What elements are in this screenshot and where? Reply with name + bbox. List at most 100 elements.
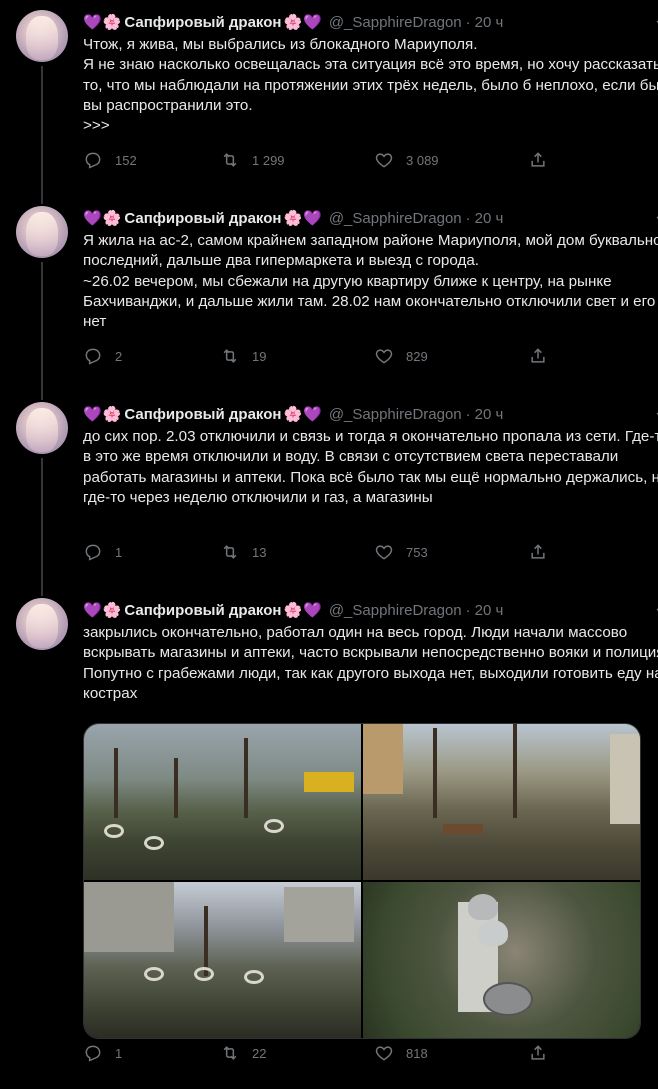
purple-heart-emoji: 💜 xyxy=(303,406,322,423)
tweet[interactable]: 💜 🌸 Сапфировый дракон 🌸 💜 @_SapphireDrag… xyxy=(0,196,658,396)
avatar[interactable] xyxy=(16,402,68,454)
retweet-button[interactable]: 1 299 xyxy=(220,150,285,170)
like-button[interactable]: 818 xyxy=(374,1043,428,1063)
tweet-header: 💜 🌸 Сапфировый дракон 🌸 💜 @_SapphireDrag… xyxy=(83,600,658,620)
handle[interactable]: @_SapphireDragon xyxy=(329,602,462,619)
display-name[interactable]: Сапфировый дракон xyxy=(124,602,281,619)
like-button[interactable]: 753 xyxy=(374,542,428,562)
cherry-blossom-emoji: 🌸 xyxy=(102,210,122,227)
share-button[interactable] xyxy=(528,150,548,170)
share-button[interactable] xyxy=(528,346,548,366)
photo-courtyard-bench[interactable] xyxy=(363,724,640,880)
like-button[interactable]: 3 089 xyxy=(374,150,439,170)
timestamp[interactable]: 20 ч xyxy=(475,210,504,227)
tweet-header: 💜 🌸 Сапфировый дракон 🌸 💜 @_SapphireDrag… xyxy=(83,12,658,32)
heart-icon xyxy=(375,349,393,364)
purple-heart-emoji: 💜 xyxy=(83,602,102,619)
reply-icon xyxy=(85,1045,101,1062)
photo-campfire-cooking[interactable] xyxy=(363,882,640,1038)
like-count: 829 xyxy=(406,348,428,364)
photo-street-tires[interactable] xyxy=(84,882,361,1038)
display-name[interactable]: Сапфировый дракон xyxy=(124,14,281,31)
share-button[interactable] xyxy=(528,1043,548,1063)
display-name[interactable]: Сапфировый дракон xyxy=(124,406,281,423)
retweet-count: 22 xyxy=(252,1045,267,1061)
thread-line xyxy=(41,588,43,596)
tree xyxy=(114,747,118,818)
reply-count: 1 xyxy=(115,1045,123,1061)
share-icon xyxy=(531,1045,545,1060)
yellow-van xyxy=(304,772,354,792)
thread-line xyxy=(41,66,43,200)
tweet-text: до сих пор. 2.03 отключили и связь и тог… xyxy=(83,428,658,506)
building xyxy=(363,724,403,794)
handle[interactable]: @_SapphireDragon xyxy=(329,14,462,31)
timestamp[interactable]: 20 ч xyxy=(475,406,504,423)
tree xyxy=(433,727,437,818)
tweet-header: 💜 🌸 Сапфировый дракон 🌸 💜 @_SapphireDrag… xyxy=(83,208,658,228)
tweet[interactable]: 💜 🌸 Сапфировый дракон 🌸 💜 @_SapphireDrag… xyxy=(0,0,658,200)
cherry-blossom-emoji: 🌸 xyxy=(102,14,122,31)
reply-icon xyxy=(85,348,101,365)
retweet-button[interactable]: 19 xyxy=(220,346,266,366)
avatar[interactable] xyxy=(16,10,68,62)
retweet-button[interactable]: 22 xyxy=(220,1043,266,1063)
avatar[interactable] xyxy=(16,206,68,258)
reply-count: 2 xyxy=(115,348,123,364)
tire xyxy=(144,967,164,981)
cherry-blossom-emoji: 🌸 xyxy=(102,406,122,423)
retweet-button[interactable]: 13 xyxy=(220,542,266,562)
retweet-icon xyxy=(223,545,237,559)
reply-button[interactable]: 1 xyxy=(83,1043,122,1063)
share-button[interactable] xyxy=(528,542,548,562)
thread-line xyxy=(41,262,43,396)
heart-icon xyxy=(375,153,393,168)
tire xyxy=(244,970,264,984)
cherry-blossom-emoji: 🌸 xyxy=(283,602,303,619)
handle[interactable]: @_SapphireDragon xyxy=(329,406,462,423)
tweet-text: закрылись окончательно, работал один на … xyxy=(83,624,658,702)
tweet-header: 💜 🌸 Сапфировый дракон 🌸 💜 @_SapphireDrag… xyxy=(83,404,658,424)
separator-dot: · xyxy=(465,601,471,619)
building xyxy=(284,887,354,942)
cherry-blossom-emoji: 🌸 xyxy=(283,210,303,227)
display-name[interactable]: Сапфировый дракон xyxy=(124,210,281,227)
avatar[interactable] xyxy=(16,598,68,650)
handle[interactable]: @_SapphireDragon xyxy=(329,210,462,227)
tweet[interactable]: 💜 🌸 Сапфировый дракон 🌸 💜 @_SapphireDrag… xyxy=(0,588,658,1089)
tire xyxy=(264,819,284,833)
retweet-count: 13 xyxy=(252,544,267,560)
tree xyxy=(244,737,248,818)
retweet-count: 19 xyxy=(252,348,267,364)
tree xyxy=(204,905,208,976)
purple-heart-emoji: 💜 xyxy=(303,602,322,619)
building xyxy=(84,882,174,952)
tire xyxy=(144,836,164,850)
like-count: 753 xyxy=(406,544,428,560)
retweet-count: 1 299 xyxy=(252,152,285,168)
purple-heart-emoji: 💜 xyxy=(83,210,102,227)
tire xyxy=(194,967,214,981)
retweet-icon xyxy=(223,1046,237,1060)
like-button[interactable]: 829 xyxy=(374,346,428,366)
purple-heart-emoji: 💜 xyxy=(303,14,322,31)
tree xyxy=(513,724,517,818)
photo-yard-tires[interactable] xyxy=(84,724,361,880)
timestamp[interactable]: 20 ч xyxy=(475,602,504,619)
share-icon xyxy=(531,544,545,559)
timestamp[interactable]: 20 ч xyxy=(475,14,504,31)
retweet-icon xyxy=(223,349,237,363)
reply-icon xyxy=(85,152,101,169)
kettle xyxy=(478,920,508,946)
reply-button[interactable]: 2 xyxy=(83,346,122,366)
like-count: 3 089 xyxy=(406,152,439,168)
tweet[interactable]: 💜 🌸 Сапфировый дракон 🌸 💜 @_SapphireDrag… xyxy=(0,392,658,592)
reply-button[interactable]: 1 xyxy=(83,542,122,562)
tweet-text: Я жила на ас-2, самом крайнем западном р… xyxy=(83,232,658,331)
reply-count: 1 xyxy=(115,544,123,560)
reply-button[interactable]: 152 xyxy=(83,150,137,170)
share-icon xyxy=(531,152,545,167)
tweet-text: Чтож, я жива, мы выбрались из блокадного… xyxy=(83,36,658,135)
reply-count: 152 xyxy=(115,152,137,168)
thread-line xyxy=(41,392,43,400)
